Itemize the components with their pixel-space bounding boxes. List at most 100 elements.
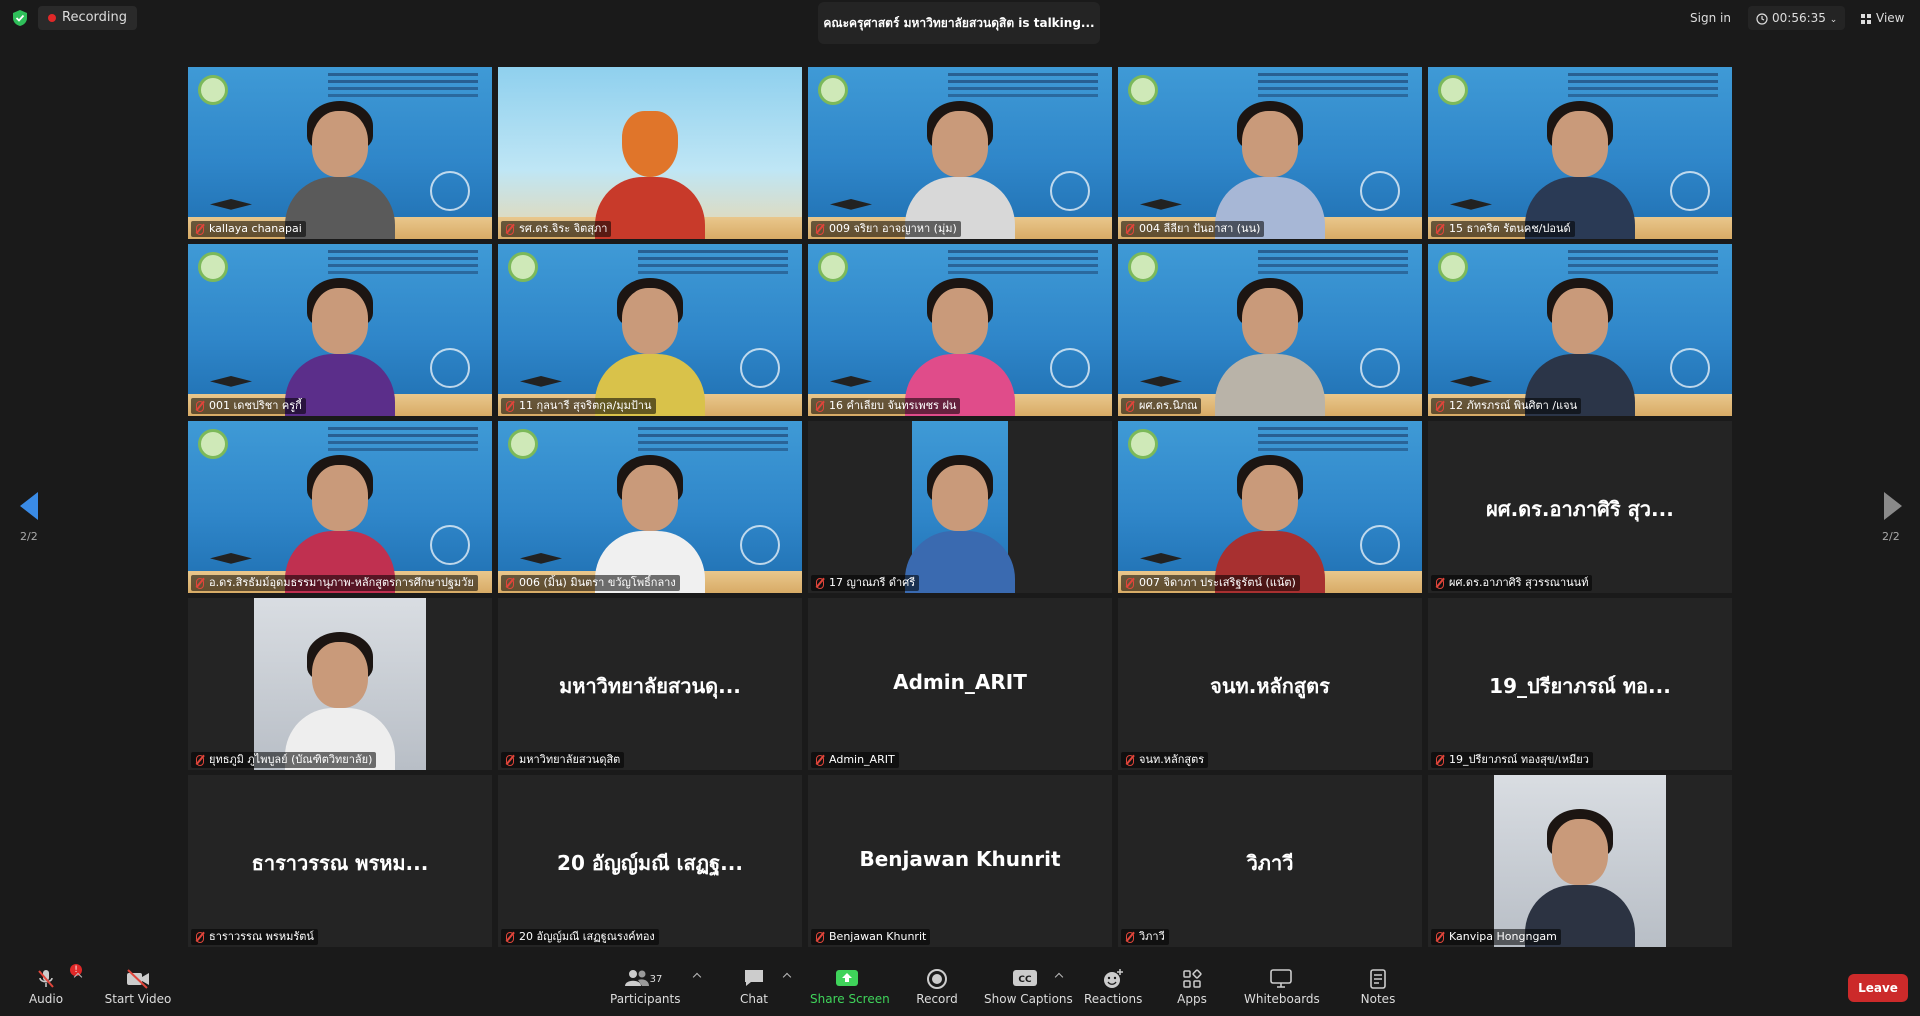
participant-name-label: ธาราวรรณ พรหมรัตน์ — [191, 929, 318, 945]
university-logo-icon — [1438, 75, 1468, 105]
participant-name-label: รศ.ดร.จิระ จิตสุภา — [501, 221, 612, 237]
whiteboards-button[interactable]: Whiteboards — [1244, 960, 1320, 1016]
participant-tile[interactable]: kallaya chanapai — [188, 67, 492, 239]
record-label: Record — [916, 992, 958, 1006]
shield-icon[interactable] — [11, 9, 29, 27]
participant-tile[interactable]: มหาวิทยาลัยสวนดุ... มหาวิทยาลัยสวนดุสิต — [498, 598, 802, 770]
share-screen-button[interactable]: Share Screen — [810, 960, 890, 1016]
meeting-timer: 00:56:35 ⌄ — [1748, 6, 1846, 30]
start-video-button[interactable]: Start Video — [102, 960, 174, 1016]
participant-tile[interactable]: Admin_ARIT Admin_ARIT — [808, 598, 1112, 770]
reactions-button[interactable]: Reactions — [1084, 960, 1142, 1016]
leave-button[interactable]: Leave — [1848, 974, 1908, 1002]
participant-name-label: 16 คำเลียบ จันทรเพชร ฝน — [811, 398, 961, 414]
participant-tile[interactable]: ยุทธภูมิ ภูไพบูลย์ (บัณฑิตวิทยาลัย) — [188, 598, 492, 770]
participants-options-caret-icon[interactable] — [692, 972, 702, 982]
chat-label: Chat — [739, 992, 769, 1006]
participant-name-label: Benjawan Khunrit — [811, 929, 931, 945]
participant-tile[interactable]: 009 จริยา อาจญาหา (มุ่ม) — [808, 67, 1112, 239]
reactions-label: Reactions — [1084, 992, 1143, 1006]
previous-page-arrow-icon[interactable] — [20, 492, 38, 520]
participant-tile[interactable]: 12 ภัทรภรณ์ พินศิตา /แจน — [1428, 244, 1732, 416]
university-logo-icon — [198, 429, 228, 459]
participant-tile[interactable]: จนท.หลักสูตร จนท.หลักสูตร — [1118, 598, 1422, 770]
participant-tile[interactable]: วิภาวี วิภาวี — [1118, 775, 1422, 947]
audio-button[interactable]: ! Audio — [22, 960, 82, 1016]
recording-indicator[interactable]: Recording — [38, 6, 138, 30]
participant-name-label: จนท.หลักสูตร — [1121, 752, 1209, 768]
university-logo-icon — [1128, 252, 1158, 282]
participant-tile[interactable]: 17 ญาณภรี ดำศรี — [808, 421, 1112, 593]
participant-video — [905, 266, 1015, 416]
participant-tile[interactable]: รศ.ดร.จิระ จิตสุภา — [498, 67, 802, 239]
participant-name-label: kallaya chanapai — [191, 221, 306, 237]
participant-tile[interactable]: 15 ธาคริต รัตนคช/ปอนด์ — [1428, 67, 1732, 239]
reactions-smiley-icon — [1084, 960, 1142, 992]
graduation-cap-icon — [1450, 376, 1492, 387]
atom-icon — [430, 171, 470, 211]
participant-name-label: 20 อัญญ์มณี เสฏฐูณรงค์ทอง — [501, 929, 659, 945]
participant-video — [285, 89, 395, 239]
participant-tile[interactable]: ผศ.ดร.นิภณ — [1118, 244, 1422, 416]
university-logo-icon — [198, 75, 228, 105]
chat-icon — [730, 960, 778, 992]
page-indicator-right: 2/2 — [1882, 530, 1900, 543]
graduation-cap-icon — [520, 553, 562, 564]
participant-name-label: Kanvipa Hongngam — [1431, 929, 1561, 945]
sign-in-button[interactable]: Sign in — [1682, 6, 1739, 30]
share-screen-label: Share Screen — [810, 992, 890, 1006]
audio-label: Audio — [28, 992, 64, 1006]
university-logo-icon — [508, 429, 538, 459]
participant-name-label: 19_ปรียาภรณ์ ทองสุข/เหมียว — [1431, 752, 1593, 768]
next-page-arrow-icon[interactable] — [1884, 492, 1902, 520]
participant-tile[interactable]: 20 อัญญ์มณี เสฏฐ... 20 อัญญ์มณี เสฏฐูณรงค… — [498, 775, 802, 947]
graduation-cap-icon — [830, 199, 872, 210]
atom-icon — [430, 348, 470, 388]
participant-tile[interactable]: Benjawan Khunrit Benjawan Khunrit — [808, 775, 1112, 947]
university-logo-icon — [818, 75, 848, 105]
participant-tile[interactable]: 16 คำเลียบ จันทรเพชร ฝน — [808, 244, 1112, 416]
audio-options-caret-icon[interactable] — [73, 972, 83, 982]
apps-button[interactable]: Apps — [1170, 960, 1214, 1016]
participant-tile[interactable]: 001 เดชปริชา ครูกี้ — [188, 244, 492, 416]
participant-tile[interactable]: ผศ.ดร.อาภาศิริ สุว... ผศ.ดร.อาภาศิริ สุวร… — [1428, 421, 1732, 593]
graduation-cap-icon — [1140, 199, 1182, 210]
participant-name-label: 009 จริยา อาจญาหา (มุ่ม) — [811, 221, 961, 237]
participant-name-label: 007 จิดาภา ประเสริฐรัตน์ (แน้ต) — [1121, 575, 1300, 591]
participant-video — [905, 443, 1015, 593]
fox-avatar — [595, 89, 705, 239]
atom-icon — [1360, 171, 1400, 211]
participant-tile[interactable]: ธาราวรรณ พรหม... ธาราวรรณ พรหมรัตน์ — [188, 775, 492, 947]
participant-tile[interactable]: อ.ดร.สิรธัมม์อุดมธรรมานุภาพ-หลักสูตรการศ… — [188, 421, 492, 593]
show-captions-label: Show Captions — [984, 992, 1073, 1006]
participant-display-name: ธาราวรรณ พรหม... — [251, 851, 429, 875]
chat-options-caret-icon[interactable] — [782, 972, 792, 982]
notes-button[interactable]: Notes — [1356, 960, 1400, 1016]
record-button[interactable]: Record — [912, 960, 962, 1016]
participant-name-label: 004 ลีลียา ปันอาสา (นน) — [1121, 221, 1265, 237]
participant-name-label: 001 เดชปริชา ครูกี้ — [191, 398, 306, 414]
atom-icon — [740, 348, 780, 388]
participant-name-label: 17 ญาณภรี ดำศรี — [811, 575, 920, 591]
participant-display-name: 20 อัญญ์มณี เสฏฐ... — [557, 851, 743, 875]
participant-tile[interactable]: 007 จิดาภา ประเสริฐรัตน์ (แน้ต) — [1118, 421, 1422, 593]
record-icon — [912, 960, 962, 992]
participants-label: Participants — [610, 992, 681, 1006]
university-logo-icon — [198, 252, 228, 282]
page-indicator-left: 2/2 — [20, 530, 38, 543]
whiteboard-icon — [1244, 960, 1318, 992]
participant-display-name: วิภาวี — [1246, 851, 1294, 875]
university-logo-icon — [1128, 429, 1158, 459]
participant-tile[interactable]: 004 ลีลียา ปันอาสา (นน) — [1118, 67, 1422, 239]
meeting-toolbar: ! Audio Start Video 37 Participants Chat… — [0, 960, 1920, 1016]
participant-video — [285, 443, 395, 593]
participant-tile[interactable]: 006 (มิ้น) มินตรา ขวัญโพธิ์กลาง — [498, 421, 802, 593]
chat-button[interactable]: Chat — [730, 960, 778, 1016]
view-button[interactable]: View — [1852, 6, 1912, 30]
participant-tile[interactable]: 19_ปรียาภรณ์ ทอ... 19_ปรียาภรณ์ ทองสุข/เห… — [1428, 598, 1732, 770]
show-captions-button[interactable]: CC Show Captions — [984, 960, 1073, 1016]
participant-video — [905, 89, 1015, 239]
participant-tile[interactable]: Kanvipa Hongngam — [1428, 775, 1732, 947]
participants-button[interactable]: 37 Participants — [610, 960, 681, 1016]
participant-tile[interactable]: 11 กุลนารี สุจริตกุล/มุมป้าน — [498, 244, 802, 416]
